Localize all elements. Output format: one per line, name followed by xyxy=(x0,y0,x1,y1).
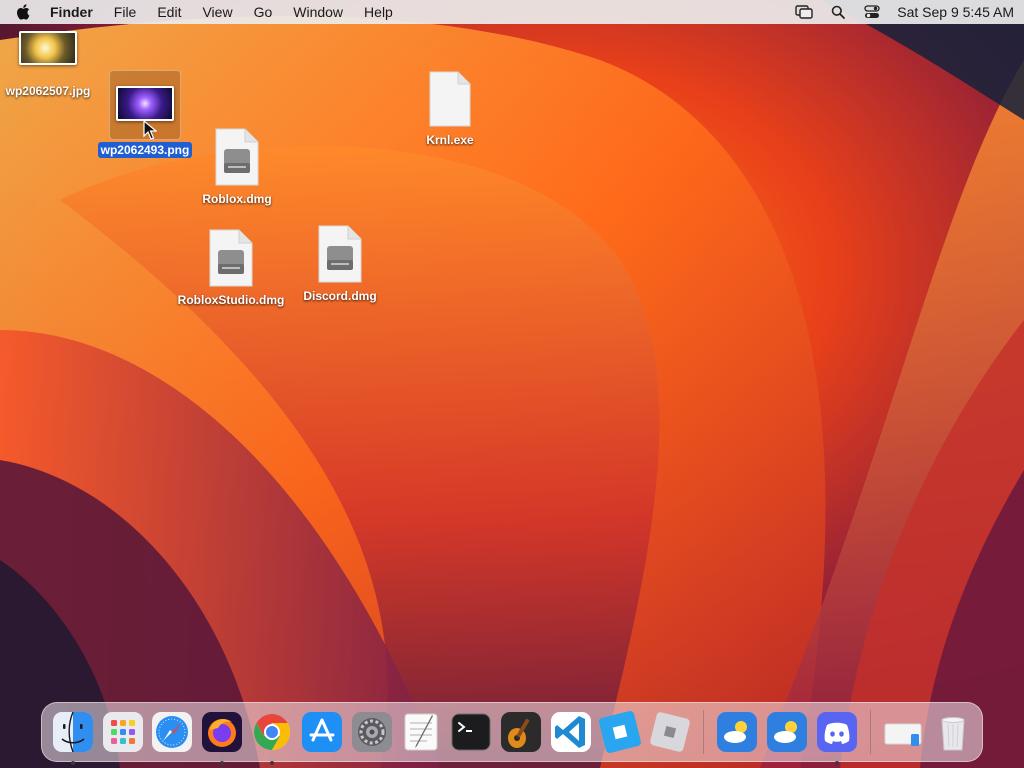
dock-finder[interactable] xyxy=(50,709,96,765)
mouse-pointer-icon xyxy=(143,120,157,140)
dock-separator xyxy=(869,710,871,754)
dock-trash[interactable] xyxy=(930,709,976,755)
dock-downloads-stack[interactable] xyxy=(881,709,927,755)
dock xyxy=(41,702,983,765)
dock-app-store[interactable] xyxy=(299,709,345,755)
desktop-file-label: Discord.dmg xyxy=(303,289,377,303)
disk-image-icon xyxy=(209,229,253,287)
image-thumbnail-icon xyxy=(19,31,77,65)
screen-mirroring-icon[interactable] xyxy=(795,4,813,20)
guitar-icon xyxy=(500,712,541,752)
dock-chrome[interactable] xyxy=(249,709,295,765)
spotlight-search-icon[interactable] xyxy=(829,4,847,20)
dock-textedit[interactable] xyxy=(398,709,444,755)
roblox-icon xyxy=(650,712,691,752)
app-store-icon xyxy=(301,712,342,752)
dock-vscode[interactable] xyxy=(548,709,594,755)
desktop-file-wp2062507[interactable]: wp2062507.jpg xyxy=(0,31,96,99)
finder-icon xyxy=(52,711,93,753)
dock-roblox-studio[interactable] xyxy=(598,709,644,755)
gear-icon xyxy=(351,712,392,752)
running-indicator xyxy=(71,761,75,765)
roblox-studio-icon xyxy=(599,711,642,753)
image-thumbnail-icon xyxy=(116,86,174,121)
discord-icon xyxy=(816,712,857,752)
dock-weather[interactable] xyxy=(714,709,760,755)
desktop-file-label: RobloxStudio.dmg xyxy=(177,293,285,307)
menu-help[interactable]: Help xyxy=(364,4,393,20)
menu-app-name[interactable]: Finder xyxy=(50,4,93,20)
desktop-file-label: wp2062507.jpg xyxy=(5,84,91,98)
dock-firefox[interactable] xyxy=(199,709,245,765)
dock-terminal[interactable] xyxy=(448,709,494,755)
menu-window[interactable]: Window xyxy=(293,4,343,20)
dock-garageband[interactable] xyxy=(498,709,544,755)
blank-document-icon xyxy=(429,71,471,127)
menu-bar: Finder File Edit View Go Window Help Sat… xyxy=(0,0,1024,24)
dock-discord[interactable] xyxy=(814,709,860,765)
dock-system-settings[interactable] xyxy=(349,709,395,755)
running-indicator xyxy=(834,761,839,765)
menu-edit[interactable]: Edit xyxy=(157,4,181,20)
dock-roblox[interactable] xyxy=(647,709,693,755)
vscode-icon xyxy=(550,712,591,752)
terminal-icon xyxy=(451,713,491,751)
desktop-file-roblox-dmg[interactable]: Roblox.dmg xyxy=(197,127,277,207)
desktop-file-discord-dmg[interactable]: Discord.dmg xyxy=(300,224,380,304)
menu-file[interactable]: File xyxy=(114,4,137,20)
disk-image-icon xyxy=(318,225,362,283)
weather-cloud-icon xyxy=(717,712,758,752)
menu-go[interactable]: Go xyxy=(254,4,273,20)
desktop-file-robloxstudio-dmg[interactable]: RobloxStudio.dmg xyxy=(171,228,291,308)
textedit-icon xyxy=(404,713,438,751)
dock-weather-2[interactable] xyxy=(764,709,810,755)
dock-launchpad[interactable] xyxy=(100,709,146,755)
desktop-file-label: Krnl.exe xyxy=(426,133,474,147)
weather-cloud-icon xyxy=(766,712,807,752)
launchpad-icon xyxy=(102,712,143,752)
desktop-file-label: wp2062493.png xyxy=(97,142,193,158)
downloads-stack-icon xyxy=(884,723,922,746)
control-center-icon[interactable] xyxy=(863,4,881,20)
firefox-icon xyxy=(202,712,243,752)
trash-icon xyxy=(941,717,965,751)
menu-view[interactable]: View xyxy=(202,4,232,20)
dock-safari[interactable] xyxy=(150,709,196,755)
menu-bar-clock[interactable]: Sat Sep 9 5:45 AM xyxy=(897,4,1014,20)
apple-menu-icon[interactable] xyxy=(16,2,36,22)
chrome-icon xyxy=(254,714,291,750)
disk-image-icon xyxy=(215,128,259,186)
safari-compass-icon xyxy=(152,712,193,752)
desktop-file-krnl-exe[interactable]: Krnl.exe xyxy=(410,70,490,148)
dock-separator xyxy=(703,710,705,754)
desktop-file-label: Roblox.dmg xyxy=(202,192,272,206)
